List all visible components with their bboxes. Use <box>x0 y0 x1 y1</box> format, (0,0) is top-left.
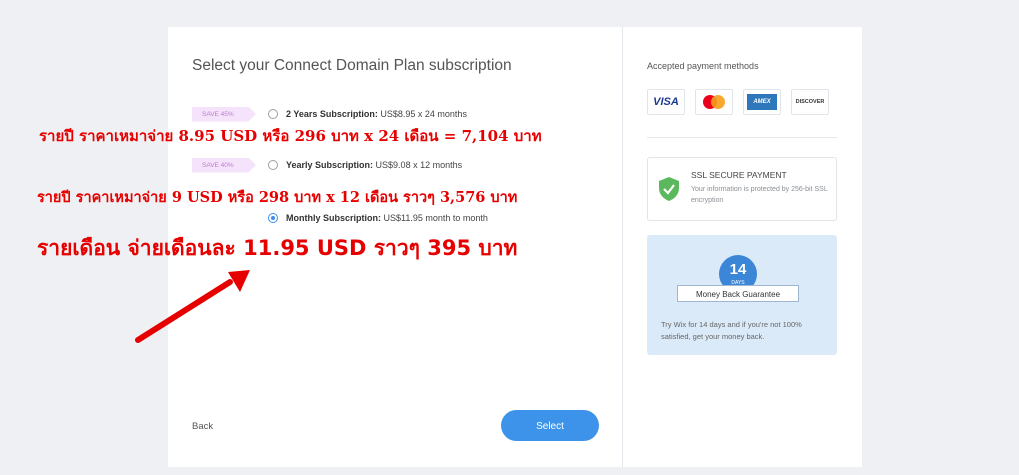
payment-methods-title: Accepted payment methods <box>647 61 759 71</box>
radio-yearly[interactable] <box>268 160 278 170</box>
annotation-monthly: รายเดือน จ่ายเดือนละ 11.95 USD ราวๆ 395 … <box>37 236 518 260</box>
option-name: Yearly Subscription: <box>286 160 374 170</box>
divider <box>647 137 837 138</box>
shield-icon <box>659 177 679 201</box>
option-price: US$11.95 month to month <box>383 213 488 223</box>
option-monthly[interactable]: Monthly Subscription: US$11.95 month to … <box>268 209 488 227</box>
red-arrow-icon <box>135 270 250 343</box>
option-yearly[interactable]: SAVE 40% Yearly Subscription: US$9.08 x … <box>192 156 462 174</box>
guarantee-ribbon: Money Back Guarantee <box>677 285 799 302</box>
guarantee-description: Try Wix for 14 days and if you're not 10… <box>661 320 802 341</box>
option-2-years[interactable]: SAVE 45% 2 Years Subscription: US$8.95 x… <box>192 105 467 123</box>
annotation-yearly: รายปี ราคาเหมาจ่าย 9 USD หรือ 298 บาท x … <box>37 189 518 206</box>
ssl-title: SSL SECURE PAYMENT <box>691 170 787 180</box>
option-price: US$8.95 x 24 months <box>380 109 467 119</box>
option-name: Monthly Subscription: <box>286 213 381 223</box>
back-link[interactable]: Back <box>192 421 213 432</box>
mastercard-card-icon <box>695 89 733 115</box>
page-title: Select your Connect Domain Plan subscrip… <box>192 57 512 74</box>
ssl-description: Your information is protected by 256-bit… <box>691 186 828 204</box>
payment-info-panel: Accepted payment methods VISA AMEX DISCO… <box>623 27 862 467</box>
visa-card-icon: VISA <box>647 89 685 115</box>
days-number: 14 <box>729 261 747 278</box>
money-back-guarantee-box: 14 DAYS Money Back Guarantee Try Wix for… <box>647 235 837 355</box>
discover-card-icon: DISCOVER <box>791 89 829 115</box>
radio-2-years[interactable] <box>268 109 278 119</box>
ssl-secure-box: SSL SECURE PAYMENT Your information is p… <box>647 157 837 221</box>
save-badge: SAVE 45% <box>192 106 256 122</box>
option-name: 2 Years Subscription: <box>286 109 378 119</box>
save-badge: SAVE 40% <box>192 157 256 173</box>
option-price: US$9.08 x 12 months <box>375 160 463 170</box>
radio-monthly[interactable] <box>268 213 278 223</box>
annotation-two-year: รายปี ราคาเหมาจ่าย 8.95 USD หรือ 296 บาท… <box>39 127 542 145</box>
amex-card-icon: AMEX <box>743 89 781 115</box>
select-button[interactable]: Select <box>501 410 599 441</box>
